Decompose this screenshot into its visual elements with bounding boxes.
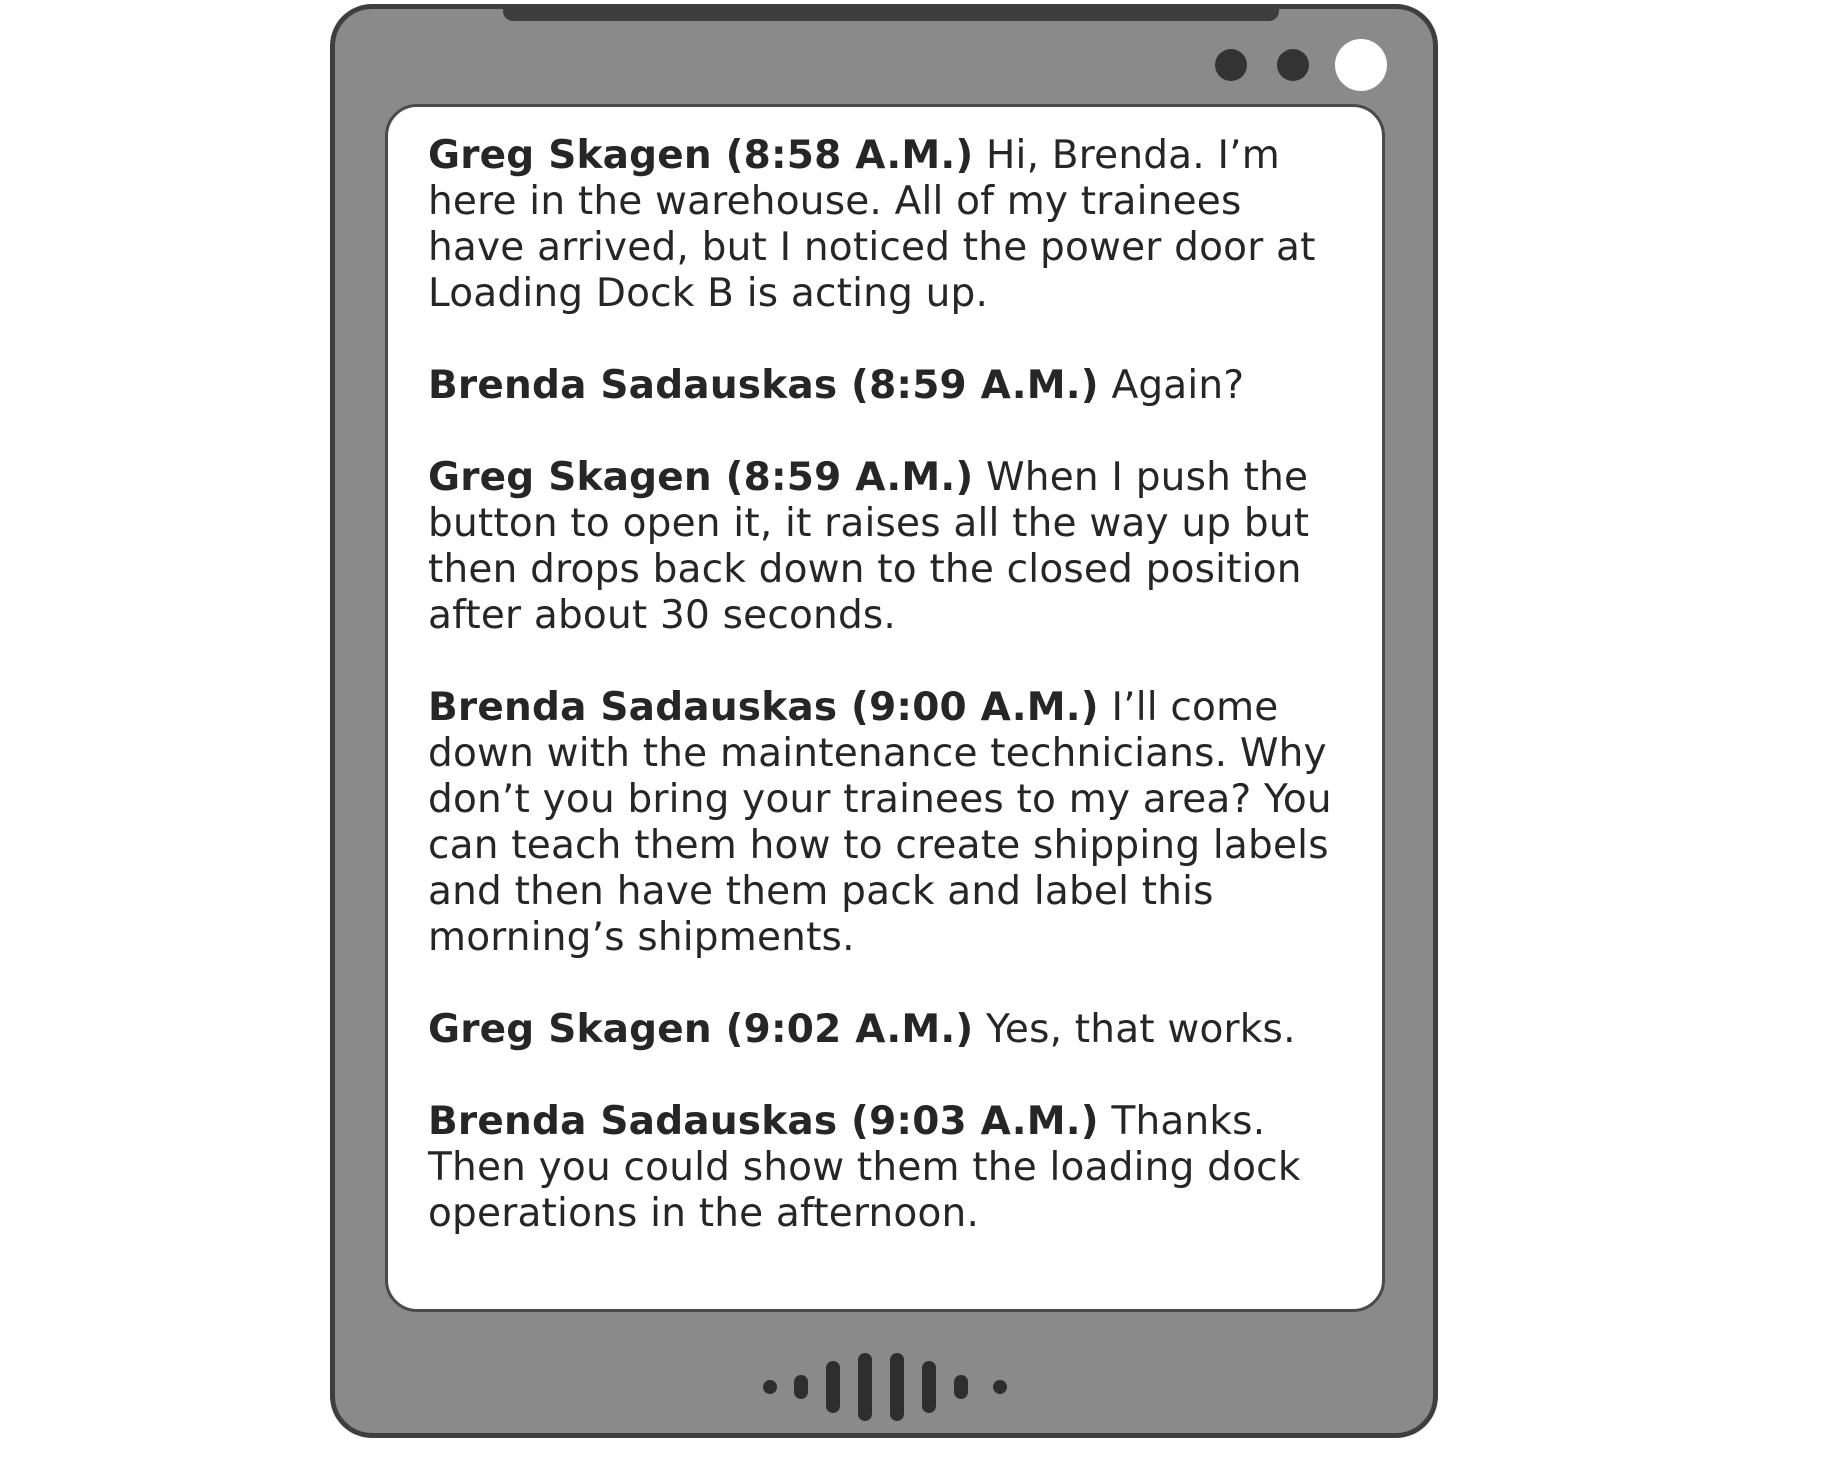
message-text: Yes, that works. — [986, 1007, 1296, 1052]
message-sender: Greg Skagen (8:58 A.M.) — [428, 133, 974, 178]
message-sender: Brenda Sadauskas (9:00 A.M.) — [428, 685, 1099, 730]
message-sender: Brenda Sadauskas (8:59 A.M.) — [428, 363, 1099, 408]
chat-message: Greg Skagen (8:59 A.M.) When I push the … — [428, 455, 1350, 639]
message-sender: Greg Skagen (9:02 A.M.) — [428, 1007, 974, 1052]
message-sender: Greg Skagen (8:59 A.M.) — [428, 455, 974, 500]
camera-lens-icon — [1335, 39, 1387, 91]
message-sender: Brenda Sadauskas (9:03 A.M.) — [428, 1099, 1099, 1144]
chat-message: Greg Skagen (8:58 A.M.) Hi, Brenda. I’m … — [428, 133, 1350, 317]
speaker-grille-icon — [763, 1353, 1007, 1421]
camera-dot-icon — [1277, 49, 1309, 81]
chat-message: Brenda Sadauskas (8:59 A.M.) Again? — [428, 363, 1350, 409]
camera-dot-icon — [1215, 49, 1247, 81]
chat-message: Brenda Sadauskas (9:00 A.M.) I’ll come d… — [428, 685, 1350, 961]
device-top-bar — [503, 4, 1279, 21]
chat-message: Brenda Sadauskas (9:03 A.M.) Thanks. The… — [428, 1099, 1350, 1237]
phone-device: Greg Skagen (8:58 A.M.) Hi, Brenda. I’m … — [330, 4, 1438, 1438]
message-text: Again? — [1111, 363, 1245, 408]
chat-screen: Greg Skagen (8:58 A.M.) Hi, Brenda. I’m … — [385, 104, 1385, 1312]
chat-message: Greg Skagen (9:02 A.M.) Yes, that works. — [428, 1007, 1350, 1053]
